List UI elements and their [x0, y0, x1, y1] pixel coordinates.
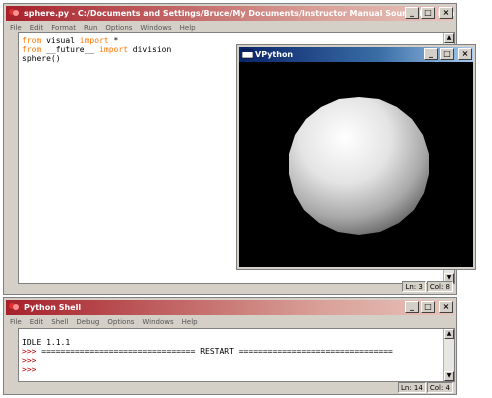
minimize-icon[interactable]: _	[405, 7, 419, 19]
minimize-icon[interactable]: _	[424, 48, 438, 60]
close-icon[interactable]: ×	[439, 7, 453, 19]
close-icon[interactable]: ×	[439, 301, 453, 313]
scroll-down-icon[interactable]: ▼	[444, 371, 454, 381]
scroll-up-icon[interactable]: ▲	[444, 329, 454, 339]
shell-prompt: >>>	[22, 347, 37, 356]
code-text: from visual import * from __future__ imp…	[22, 36, 171, 63]
editor-title: sphere.py - C:/Documents and Settings/Br…	[24, 9, 454, 18]
code-token: __future__	[41, 45, 100, 54]
editor-statusbar: Ln: 3 Col: 8	[402, 281, 453, 292]
menu-file[interactable]: File	[10, 316, 22, 328]
menu-debug[interactable]: Debug	[76, 316, 99, 328]
shell-titlebar[interactable]: Python Shell _ □ ×	[6, 300, 454, 315]
menu-help[interactable]: Help	[182, 316, 198, 328]
minimize-icon[interactable]: _	[405, 301, 419, 313]
menu-windows[interactable]: Windows	[142, 316, 173, 328]
vpython-window: VPython _ □ ×	[236, 44, 476, 270]
scroll-up-icon[interactable]: ▲	[444, 33, 454, 43]
vpython-title: VPython	[255, 50, 294, 59]
vpython-titlebar[interactable]: VPython _ □ ×	[239, 47, 473, 62]
keyword: import	[79, 36, 109, 45]
shell-scrollbar[interactable]: ▲ ▼	[443, 329, 454, 381]
sphere	[289, 97, 429, 235]
shell-window: Python Shell _ □ × File Edit Shell Debug…	[3, 297, 457, 395]
shell-version: IDLE 1.1.1	[22, 338, 71, 347]
status-line: Ln: 14	[398, 382, 426, 393]
shell-menubar: File Edit Shell Debug Options Windows He…	[6, 316, 198, 328]
keyword: from	[22, 36, 42, 45]
menu-options[interactable]: Options	[107, 316, 134, 328]
maximize-icon[interactable]: □	[421, 7, 435, 19]
idle-app-icon	[9, 9, 19, 16]
shell-text: IDLE 1.1.1 >>> =========================…	[22, 338, 393, 374]
code-token: division	[127, 45, 172, 54]
editor-titlebar[interactable]: sphere.py - C:/Documents and Settings/Br…	[6, 6, 454, 21]
status-line: Ln: 3	[402, 281, 426, 292]
maximize-icon[interactable]: □	[440, 48, 454, 60]
restart-line: ================================ RESTART…	[36, 347, 393, 356]
keyword: import	[99, 45, 128, 54]
shell-text-area[interactable]: IDLE 1.1.1 >>> =========================…	[18, 328, 455, 382]
shell-prompt: >>>	[22, 356, 37, 365]
shell-title: Python Shell	[24, 303, 82, 312]
code-token: sphere()	[22, 54, 61, 63]
status-column: Col: 4	[426, 382, 453, 393]
status-column: Col: 8	[426, 281, 453, 292]
maximize-icon[interactable]: □	[421, 301, 435, 313]
idle-app-icon	[9, 303, 19, 310]
menu-edit[interactable]: Edit	[30, 316, 44, 328]
shell-statusbar: Ln: 14 Col: 4	[398, 382, 453, 393]
window-icon	[242, 49, 253, 59]
keyword: from	[22, 45, 42, 54]
code-token: visual	[41, 36, 80, 45]
code-token: *	[108, 36, 119, 45]
menu-shell[interactable]: Shell	[51, 316, 68, 328]
shell-prompt: >>>	[22, 365, 37, 374]
close-icon[interactable]: ×	[458, 48, 472, 60]
vpython-scene[interactable]	[239, 62, 473, 267]
